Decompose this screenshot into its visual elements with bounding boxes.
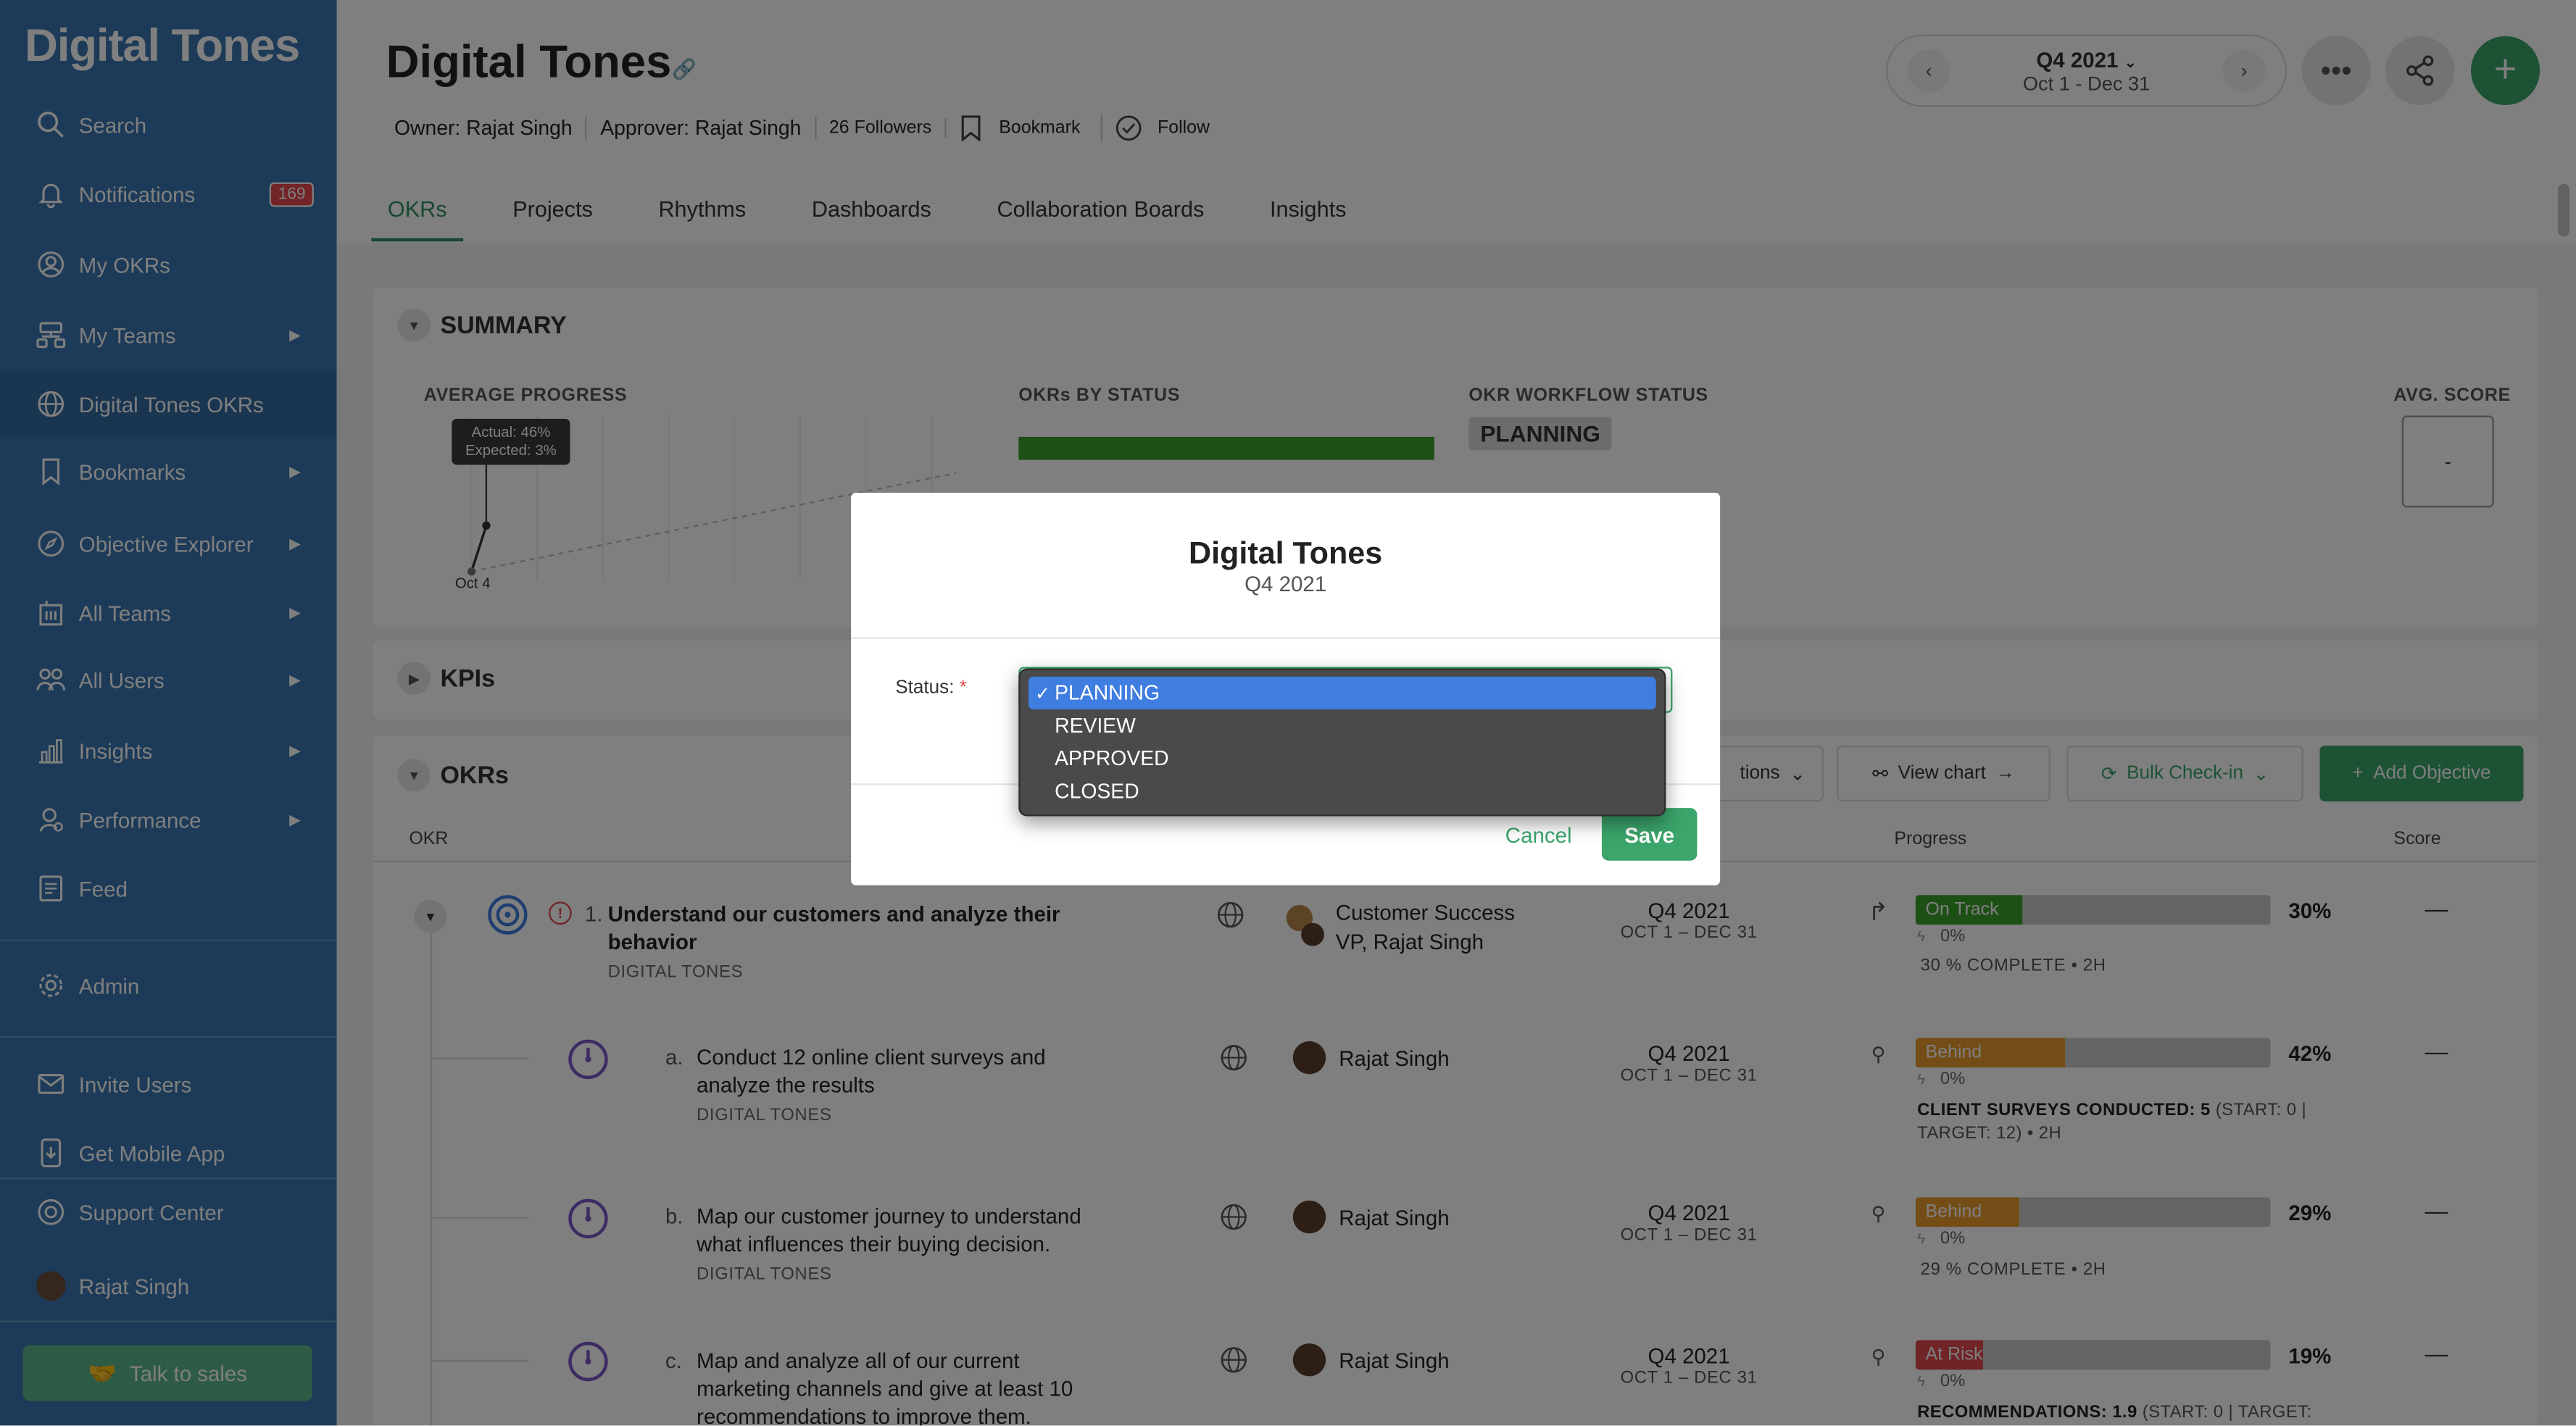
modal-subtitle: Q4 2021 (1245, 571, 1327, 596)
option-label: REVIEW (1055, 714, 1136, 738)
option-label: CLOSED (1055, 780, 1139, 804)
status-option-review[interactable]: REVIEW (1029, 709, 1656, 742)
option-label: PLANNING (1055, 681, 1160, 705)
status-field-label: Status: * (895, 678, 967, 698)
modal-divider (851, 637, 1721, 639)
app-root: Digital Tones Search Notifications 169 M… (0, 0, 2576, 1426)
status-dropdown-menu: ✓ PLANNING REVIEW APPROVED CLOSED (1018, 668, 1666, 817)
status-option-planning[interactable]: ✓ PLANNING (1028, 676, 1656, 710)
status-label-text: Status: (895, 678, 955, 699)
checkmark-icon: ✓ (1034, 684, 1050, 704)
modal-title: Digital Tones (1188, 537, 1383, 572)
required-marker: * (959, 678, 967, 699)
status-option-approved[interactable]: APPROVED (1029, 743, 1656, 775)
status-option-closed[interactable]: CLOSED (1029, 775, 1656, 808)
option-label: APPROVED (1055, 747, 1169, 771)
